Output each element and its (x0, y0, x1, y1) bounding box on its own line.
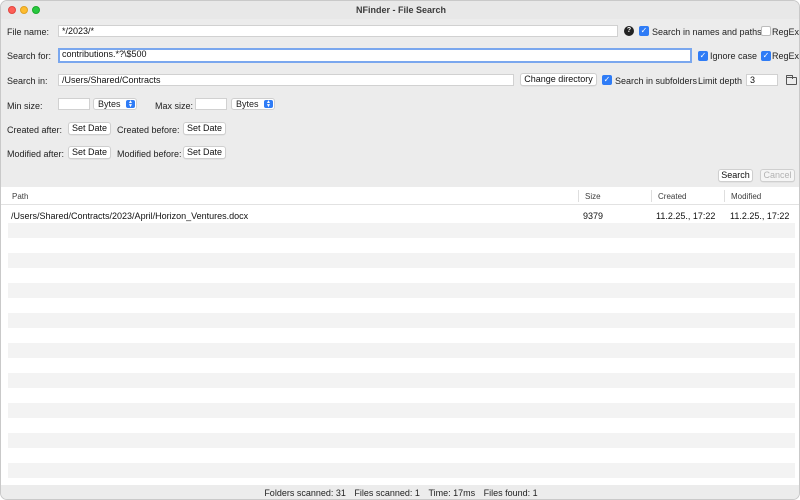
column-header-size[interactable]: Size (585, 192, 601, 201)
help-icon[interactable]: ? (624, 26, 634, 36)
content-regex-label: RegEx (772, 51, 800, 61)
search-form: File name: */2023/* ? ✓ Search in names … (1, 19, 800, 187)
select-arrows-icon: ▲ ▼ (264, 100, 273, 109)
search-names-paths-checkbox[interactable]: ✓ (639, 26, 649, 36)
min-size-input[interactable] (58, 98, 90, 110)
created-after-label: Created after: (7, 125, 63, 135)
ignore-case-label: Ignore case (710, 51, 758, 61)
cell-created: 11.2.25., 17:22 (656, 211, 716, 221)
modified-after-set-date-button[interactable]: Set Date (68, 146, 111, 159)
filename-regex-checkbox[interactable] (761, 26, 771, 36)
limit-depth-input[interactable]: 3 (746, 74, 778, 86)
modified-before-label: Modified before: (117, 149, 182, 159)
select-arrows-icon: ▲ ▼ (126, 100, 135, 109)
cell-modified: 11.2.25., 17:22 (730, 211, 790, 221)
max-size-input[interactable] (195, 98, 227, 110)
window-title: NFinder - File Search (355, 5, 447, 15)
created-before-label: Created before: (117, 125, 180, 135)
max-size-unit-select[interactable]: Bytes ▲ ▼ (231, 98, 275, 110)
search-in-label: Search in: (7, 76, 48, 86)
max-size-unit-value: Bytes (236, 99, 259, 109)
column-header-modified[interactable]: Modified (731, 192, 761, 201)
table-header: Path Size Created Modified (1, 187, 799, 205)
filename-regex-label: RegEx (772, 27, 800, 37)
files-scanned-status: Files scanned: 1 (354, 488, 420, 498)
search-for-label: Search for: (7, 51, 52, 61)
search-subfolders-label: Search in subfolders (615, 76, 698, 86)
table-row[interactable]: /Users/Shared/Contracts/2023/April/Horiz… (8, 208, 795, 223)
empty-row (8, 463, 795, 478)
empty-row (8, 223, 795, 238)
empty-row (8, 403, 795, 418)
search-in-input[interactable]: /Users/Shared/Contracts (58, 74, 514, 86)
column-divider[interactable] (651, 190, 652, 202)
file-name-label: File name: (7, 27, 50, 37)
files-found-status: Files found: 1 (483, 488, 538, 498)
results-table: Path Size Created Modified /Users/Shared… (1, 187, 799, 485)
search-names-paths-label: Search in names and paths (652, 27, 762, 37)
column-divider[interactable] (724, 190, 725, 202)
column-header-created[interactable]: Created (658, 192, 686, 201)
time-status: Time: 17ms (428, 488, 476, 498)
min-size-unit-select[interactable]: Bytes ▲ ▼ (93, 98, 137, 110)
search-button[interactable]: Search (718, 169, 753, 182)
column-header-path[interactable]: Path (12, 192, 28, 201)
limit-depth-label: Limit depth (698, 76, 743, 86)
created-before-set-date-button[interactable]: Set Date (183, 122, 226, 135)
content-regex-checkbox[interactable]: ✓ (761, 51, 771, 61)
file-name-input[interactable]: */2023/* (58, 25, 618, 37)
modified-before-set-date-button[interactable]: Set Date (183, 146, 226, 159)
max-size-label: Max size: (155, 101, 194, 111)
search-subfolders-checkbox[interactable]: ✓ (602, 75, 612, 85)
empty-row (8, 253, 795, 268)
min-size-label: Min size: (7, 101, 43, 111)
cell-path: /Users/Shared/Contracts/2023/April/Horiz… (11, 211, 249, 221)
empty-row (8, 283, 795, 298)
cancel-button[interactable]: Cancel (760, 169, 795, 182)
title-bar: NFinder - File Search (1, 1, 799, 19)
folders-scanned-status: Folders scanned: 31 (264, 488, 346, 498)
app-window: NFinder - File Search File name: */2023/… (0, 0, 800, 500)
ignore-case-checkbox[interactable]: ✓ (698, 51, 708, 61)
status-bar: Folders scanned: 31 Files scanned: 1 Tim… (1, 485, 799, 499)
cell-size: 9379 (583, 211, 604, 221)
empty-row (8, 343, 795, 358)
search-for-input[interactable]: contributions.*?\$500 (58, 48, 692, 63)
min-size-unit-value: Bytes (98, 99, 121, 109)
column-divider[interactable] (578, 190, 579, 202)
created-after-set-date-button[interactable]: Set Date (68, 122, 111, 135)
modified-after-label: Modified after: (7, 149, 65, 159)
empty-row (8, 373, 795, 388)
empty-row (8, 313, 795, 328)
change-directory-button[interactable]: Change directory (520, 73, 597, 86)
empty-row (8, 433, 795, 448)
folder-icon[interactable] (786, 75, 797, 85)
